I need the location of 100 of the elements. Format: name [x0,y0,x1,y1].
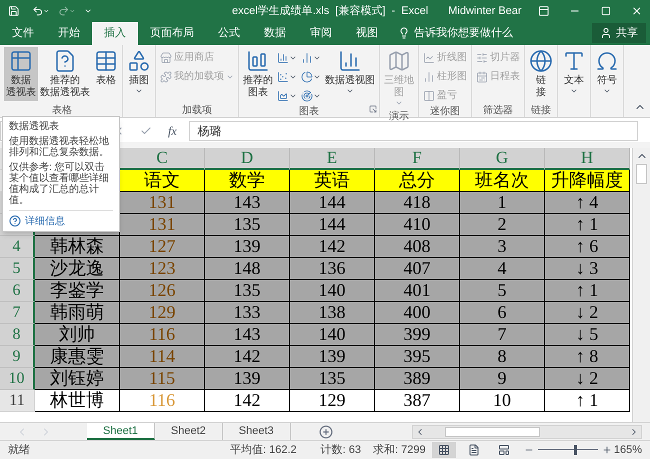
ribbon-button[interactable]: 插图 [125,47,153,97]
table-cell: ↓ 5 [545,324,630,346]
table-cell: ↑ 1 [545,214,630,236]
table-cell: 140 [290,280,375,302]
column-header[interactable]: C [120,148,205,170]
table-cell: 115 [120,368,205,390]
table-cell: 135 [205,280,290,302]
ribbon-button[interactable]: 符号 [593,47,621,97]
table-cell: 139 [205,236,290,258]
table-cell: 136 [290,258,375,280]
table-cell: 1 [460,192,545,214]
table-cell: 127 [120,236,205,258]
group-label: 图表 [299,104,319,118]
table-cell: 总分 [375,170,460,192]
user-name: Midwinter Bear [448,4,522,19]
table-cell: ↑ 8 [545,346,630,368]
table-cell: 8 [460,346,545,368]
table-cell: 389 [375,368,460,390]
ribbon-tab[interactable]: 插入 [92,22,138,45]
table-cell: 148 [205,258,290,280]
ribbon-tab[interactable]: 文件 [0,22,46,45]
table-cell: 韩林森 [35,236,120,258]
column-header[interactable]: D [205,148,290,170]
table-cell: 138 [290,302,375,324]
table-cell: 400 [375,302,460,324]
column-header[interactable]: E [290,148,375,170]
row-header[interactable]: 10 [0,368,35,390]
share-button[interactable]: 共享 [592,23,646,43]
table-cell: ↓ 3 [545,258,630,280]
row-header[interactable]: 6 [0,280,35,302]
ribbon-button[interactable]: 表格 [92,47,120,89]
table-cell: 133 [205,302,290,324]
table-cell: 升降幅度 [545,170,630,192]
table-cell: 410 [375,214,460,236]
table-cell: 135 [290,368,375,390]
table-cell: 韩雨萌 [35,302,120,324]
ribbon-tab[interactable]: 数据 [252,22,298,45]
table-cell: 9 [460,368,545,390]
zoom-level[interactable]: 165% [614,442,642,458]
table-cell: 142 [205,390,290,412]
ribbon-button[interactable]: 链 接 [527,47,555,101]
ribbon-button[interactable]: 文本 [560,47,588,97]
table-cell: 142 [205,346,290,368]
ribbon-button[interactable]: 推荐的 数据透视表 [38,47,92,101]
ribbon-tab[interactable]: 公式 [206,22,252,45]
row-header[interactable]: 5 [0,258,35,280]
ribbon-button[interactable]: 数据 透视表 [4,47,38,101]
table-cell: 395 [375,346,460,368]
table-cell: 142 [290,236,375,258]
table-cell: 5 [460,280,545,302]
group-label: 表格 [52,104,72,118]
row-header[interactable]: 7 [0,302,35,324]
tooltip-text: 仅供参考: 您可以双击某个值以查看哪些详细值构成了汇总的总计值。 [9,162,110,206]
table-cell: 387 [375,390,460,412]
ribbon-button[interactable]: 推荐的 图表 [241,47,275,101]
group-label: 演示 [389,110,409,124]
column-header[interactable]: F [375,148,460,170]
function-button[interactable]: fx [168,122,177,140]
table-cell: 3 [460,236,545,258]
row-header[interactable]: 11 [0,390,35,412]
table-cell: ↓ 2 [545,302,630,324]
table-cell: 116 [120,324,205,346]
table-cell: 140 [290,324,375,346]
table-cell: 英语 [290,170,375,192]
row-header[interactable]: 9 [0,346,35,368]
table-cell: 143 [205,192,290,214]
table-cell: 林世博 [35,390,120,412]
ribbon-tab[interactable]: 开始 [46,22,92,45]
table-cell: 408 [375,236,460,258]
group-label: 迷你图 [430,104,460,118]
status-text: 就绪 [8,442,30,458]
table-cell: 131 [120,214,205,236]
ribbon-tab[interactable]: 视图 [344,22,390,45]
sum-text: 求和: 7299 [373,442,426,458]
row-header[interactable]: 8 [0,324,35,346]
table-cell: 129 [120,302,205,324]
tell-me-field[interactable]: 告诉我你想要做什么 [414,24,513,41]
table-cell: 143 [205,324,290,346]
table-cell: 399 [375,324,460,346]
table-cell: 刘帅 [35,324,120,346]
table-cell: 129 [290,390,375,412]
table-cell: 班名次 [460,170,545,192]
details-link[interactable]: 详细信息 [25,216,65,226]
table-cell: 123 [120,258,205,280]
table-cell: 418 [375,192,460,214]
column-header[interactable]: H [545,148,630,170]
table-cell: 139 [205,368,290,390]
formula-field[interactable]: 杨璐 [188,121,638,141]
table-cell: 语文 [120,170,205,192]
ribbon-tab[interactable]: 审阅 [298,22,344,45]
table-cell: 144 [290,214,375,236]
table-cell: 114 [120,346,205,368]
table-cell: 139 [290,346,375,368]
ribbon-button[interactable]: 数据透视图 [323,47,377,97]
row-header[interactable]: 4 [0,236,35,258]
group-label: 链接 [531,104,551,118]
tooltip-title: 数据透视表 [9,121,60,132]
column-header[interactable]: G [460,148,545,170]
ribbon-tab[interactable]: 页面布局 [138,22,206,45]
sheet-tab[interactable]: Sheet1 [87,423,155,440]
